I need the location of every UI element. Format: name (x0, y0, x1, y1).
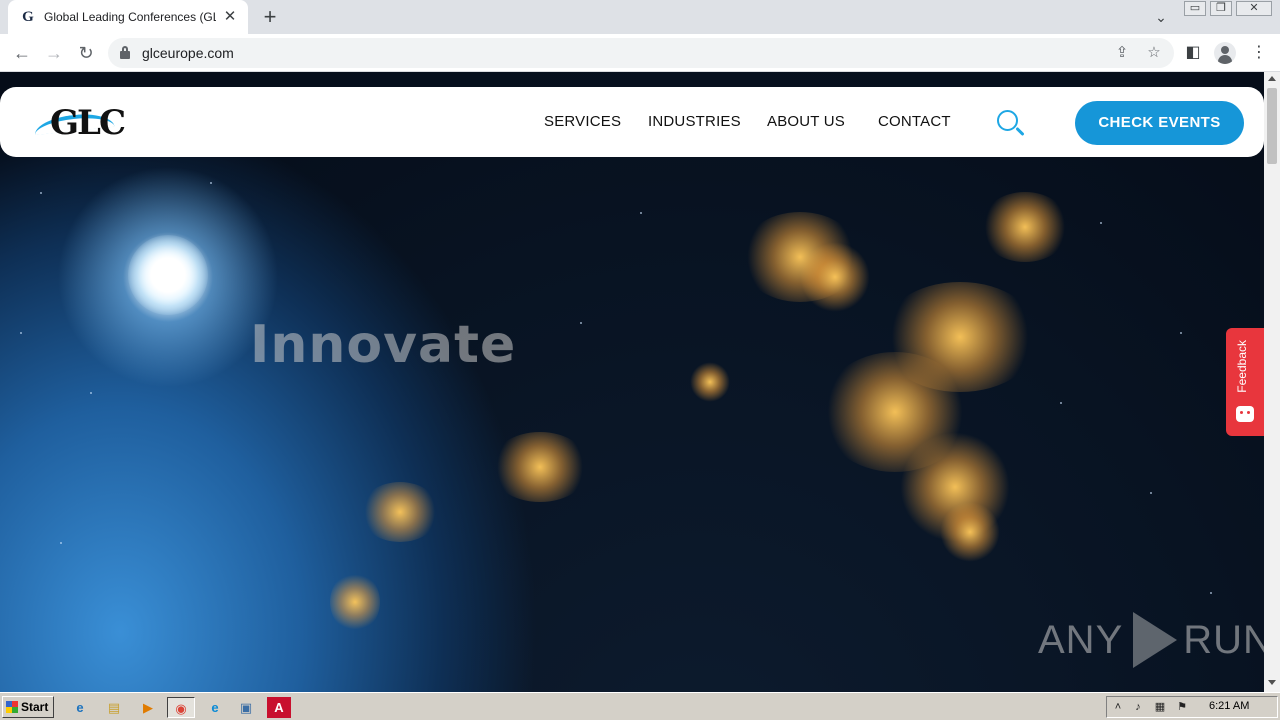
watermark-play-icon (1133, 612, 1178, 668)
address-url[interactable]: glceurope.com (142, 45, 234, 61)
sun-flare-image (128, 235, 208, 315)
watermark-left-text: ANY (1038, 617, 1124, 662)
back-button[interactable]: ← (10, 41, 34, 65)
system-tray: ˄ ♪ ▦ ⚑ 6:21 AM (1106, 696, 1278, 718)
page-scrollbar[interactable] (1264, 72, 1280, 692)
action-center-flag-icon[interactable]: ⚑ (1175, 700, 1189, 714)
bookmark-star-icon[interactable]: ☆ (1144, 43, 1164, 63)
window-app-icon[interactable]: ▣ (234, 697, 258, 718)
nav-industries[interactable]: INDUSTRIES (648, 113, 741, 130)
side-panel-icon[interactable]: ◧ (1182, 42, 1204, 64)
close-window-button[interactable]: ✕ (1236, 1, 1272, 16)
feedback-smiley-icon (1236, 406, 1254, 422)
windows-flag-icon (6, 701, 18, 713)
nav-contact[interactable]: CONTACT (878, 113, 951, 130)
network-icon[interactable]: ▦ (1153, 700, 1167, 714)
volume-icon[interactable]: ♪ (1131, 700, 1145, 714)
acrobat-icon[interactable]: A (267, 697, 291, 718)
tab-strip: G Global Leading Conferences (GLC) Eu ✕ … (0, 0, 1280, 34)
scroll-up-icon[interactable] (1268, 76, 1276, 81)
page-viewport: Innovate GLC SERVICES INDUSTRIES ABOUT U… (0, 72, 1264, 692)
restore-button[interactable]: ❐ (1210, 1, 1232, 16)
lock-icon[interactable] (120, 46, 130, 59)
edge-icon[interactable]: e (203, 697, 227, 718)
start-button[interactable]: Start (2, 696, 54, 718)
logo-text: GLC (50, 103, 126, 143)
watermark-right-text: RUN (1183, 617, 1264, 662)
address-bar[interactable]: glceurope.com ⇪ ☆ (108, 38, 1174, 68)
site-header: GLC SERVICES INDUSTRIES ABOUT US CONTACT… (0, 87, 1264, 157)
chrome-taskbar-icon[interactable]: ◉ (167, 697, 195, 718)
clock[interactable]: 6:21 AM (1209, 700, 1249, 712)
feedback-label: Feedback (1235, 340, 1249, 393)
site-favicon-icon: G (22, 9, 34, 25)
start-label: Start (21, 700, 49, 714)
internet-explorer-icon[interactable]: e (68, 697, 92, 718)
profile-avatar-icon[interactable] (1214, 42, 1236, 64)
new-tab-button[interactable]: + (258, 5, 282, 29)
share-icon[interactable]: ⇪ (1112, 43, 1132, 63)
reload-button[interactable]: ↻ (74, 41, 98, 65)
feedback-tab[interactable]: Feedback (1226, 328, 1264, 436)
scroll-thumb[interactable] (1267, 88, 1277, 164)
hero-headline: Innovate (250, 315, 517, 375)
taskbar: Start e ▤ ▶ ◉ e ▣ A ˄ ♪ ▦ ⚑ 6:21 AM (0, 692, 1280, 720)
browser-menu-icon[interactable]: ⋮ (1248, 42, 1270, 64)
close-tab-icon[interactable]: ✕ (222, 9, 238, 25)
minimize-button[interactable]: ▭ (1184, 1, 1206, 16)
media-player-icon[interactable]: ▶ (136, 697, 160, 718)
anyrun-watermark: ANY RUN (1038, 610, 1264, 670)
browser-toolbar: ← → ↻ glceurope.com ⇪ ☆ ◧ ⋮ (0, 34, 1280, 72)
check-events-button[interactable]: CHECK EVENTS (1075, 101, 1244, 145)
scroll-down-icon[interactable] (1268, 680, 1276, 685)
tray-expand-icon[interactable]: ˄ (1111, 700, 1125, 714)
tab-title: Global Leading Conferences (GLC) Eu (44, 10, 216, 24)
glc-logo[interactable]: GLC (33, 103, 154, 143)
browser-tab[interactable]: G Global Leading Conferences (GLC) Eu ✕ (8, 0, 248, 34)
nav-services[interactable]: SERVICES (544, 113, 621, 130)
tab-search-chevron-icon[interactable]: ⌄ (1150, 6, 1172, 28)
file-explorer-icon[interactable]: ▤ (102, 697, 126, 718)
nav-about-us[interactable]: ABOUT US (767, 113, 845, 130)
forward-button[interactable]: → (42, 41, 66, 65)
search-icon[interactable] (997, 110, 1027, 140)
